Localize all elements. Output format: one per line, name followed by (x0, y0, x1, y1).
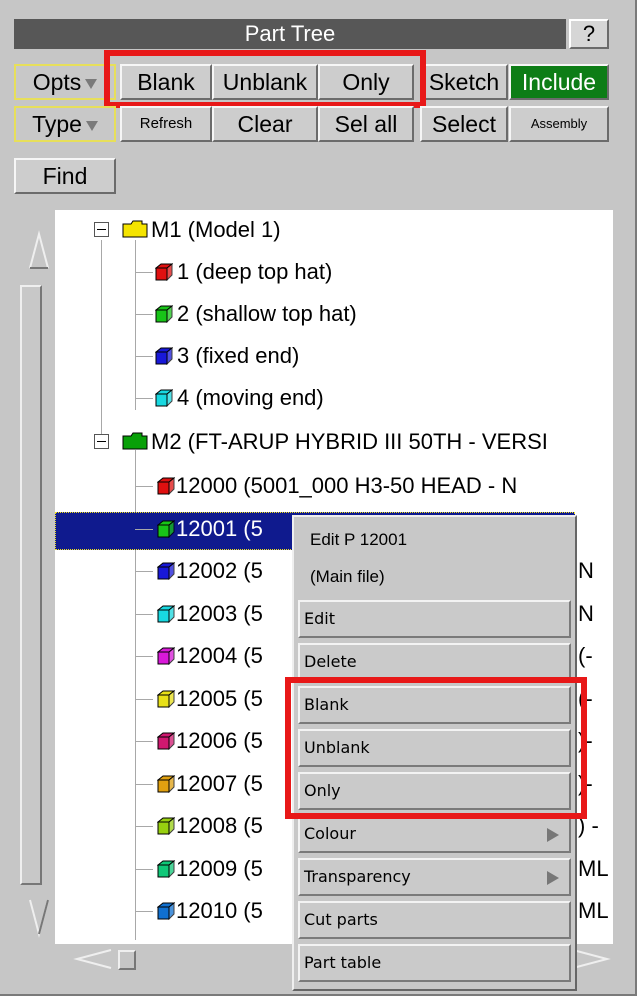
menu-item-colour[interactable]: Colour (298, 815, 571, 853)
scroll-right-arrow-icon[interactable] (571, 948, 611, 970)
folder-icon (122, 432, 148, 450)
tree-node-part[interactable]: 12005 (5 (176, 683, 263, 715)
tree-node-part-suffix: )- (578, 770, 593, 796)
tree-node-part[interactable]: 2 (shallow top hat) (177, 298, 357, 330)
part-cube-icon (157, 562, 175, 580)
blank-button[interactable]: Blank (120, 64, 212, 100)
panel-title: Part Tree (14, 19, 566, 49)
part-cube-icon (157, 604, 175, 623)
part-cube-icon (157, 689, 175, 708)
clear-button[interactable]: Clear (212, 106, 318, 142)
part-tree-panel: Part Tree ? Opts Blank Unblank Only Sket… (0, 0, 637, 996)
tree-node-part[interactable]: 12010 (5 (176, 895, 263, 927)
part-cube-icon (157, 817, 175, 835)
tree-node-part-suffix: N (578, 600, 594, 626)
submenu-arrow-icon (547, 828, 559, 842)
menu-item-transparency[interactable]: Transparency (298, 858, 571, 896)
tree-node-part[interactable]: 12008 (5 (176, 810, 263, 842)
assembly-button[interactable]: Assembly (509, 106, 609, 142)
find-button[interactable]: Find (14, 158, 116, 194)
menu-item-cut-parts[interactable]: Cut parts (298, 901, 571, 939)
part-cube-icon (157, 859, 175, 878)
dropdown-arrow-icon (85, 120, 98, 131)
opts-dropdown[interactable]: Opts (14, 64, 116, 100)
scroll-down-arrow-icon[interactable] (28, 898, 50, 938)
tree-node-part-suffix: (- (578, 643, 593, 668)
help-button[interactable]: ? (569, 19, 609, 49)
menu-item-edit[interactable]: Edit (298, 600, 571, 638)
menu-item-delete[interactable]: Delete (298, 643, 571, 681)
tree-node-part-suffix: N (578, 515, 594, 541)
type-dropdown[interactable]: Type (14, 106, 116, 142)
tree-node-part-suffix: ML (578, 855, 609, 881)
tree-node-part[interactable]: 12006 (5 (176, 725, 263, 757)
part-cube-icon (155, 263, 173, 281)
collapse-m2-icon[interactable] (94, 434, 109, 449)
part-cube-icon (157, 477, 175, 495)
sketch-button[interactable]: Sketch (420, 64, 508, 100)
collapse-m1-icon[interactable] (94, 222, 109, 237)
select-button[interactable]: Select (420, 106, 508, 142)
folder-icon (122, 220, 148, 238)
tree-node-part-suffix: )- (578, 728, 593, 753)
tree-node-part[interactable]: 12001 (5 (176, 513, 263, 545)
refresh-button[interactable]: Refresh (120, 106, 212, 142)
tree-node-part-suffix: ML (578, 898, 609, 923)
scroll-up-arrow-icon[interactable] (28, 230, 50, 270)
part-cube-icon (157, 774, 175, 793)
part-cube-icon (157, 647, 175, 665)
tree-node-part[interactable]: 12000 (5001_000 H3-50 HEAD - N (176, 470, 517, 502)
tree-node-part[interactable]: 12004 (5 (176, 640, 263, 672)
scroll-left-arrow-icon[interactable] (73, 948, 113, 970)
context-menu-subtitle: (Main file) (310, 567, 385, 586)
dropdown-arrow-icon (85, 78, 98, 89)
tree-node-model1[interactable]: M1 (Model 1) (151, 214, 281, 246)
include-button[interactable]: Include (509, 64, 609, 100)
tree-node-part-suffix: N (578, 558, 594, 583)
tree-node-part[interactable]: 12009 (5 (176, 853, 263, 885)
only-button[interactable]: Only (318, 64, 414, 100)
menu-item-blank[interactable]: Blank (298, 686, 571, 724)
sel-all-button[interactable]: Sel all (318, 106, 414, 142)
part-cube-icon (155, 347, 173, 365)
type-label: Type (32, 111, 82, 137)
unblank-button[interactable]: Unblank (212, 64, 318, 100)
part-cube-icon (157, 902, 175, 920)
tree-node-part[interactable]: 1 (deep top hat) (177, 256, 332, 288)
menu-item-transparency-label: Transparency (304, 867, 411, 886)
submenu-arrow-icon (547, 871, 559, 885)
menu-item-colour-label: Colour (304, 824, 356, 843)
tree-node-part[interactable]: 12003 (5 (176, 598, 263, 630)
tree-node-part-suffix: ) - (578, 813, 599, 838)
part-cube-icon (155, 389, 173, 407)
part-cube-icon (157, 732, 175, 750)
part-cube-icon (155, 305, 173, 323)
tree-node-part[interactable]: 12002 (5 (176, 555, 263, 587)
horizontal-scroll-thumb[interactable] (118, 950, 136, 970)
tree-node-part-suffix: (- (578, 685, 593, 711)
tree-node-part[interactable]: 3 (fixed end) (177, 340, 299, 372)
tree-node-model2[interactable]: M2 (FT-ARUP HYBRID III 50TH - VERSI (151, 426, 548, 458)
tree-node-part[interactable]: 4 (moving end) (177, 382, 324, 414)
menu-item-part-table[interactable]: Part table (298, 944, 571, 982)
vertical-scroll-thumb[interactable] (20, 285, 42, 885)
menu-item-only[interactable]: Only (298, 772, 571, 810)
context-menu: Edit P 12001 (Main file) Edit Delete Bla… (292, 515, 577, 991)
context-menu-title: Edit P 12001 (310, 530, 408, 549)
tree-node-part[interactable]: 12007 (5 (176, 768, 263, 800)
menu-item-unblank[interactable]: Unblank (298, 729, 571, 767)
opts-label: Opts (32, 69, 82, 95)
part-cube-icon (157, 519, 175, 538)
